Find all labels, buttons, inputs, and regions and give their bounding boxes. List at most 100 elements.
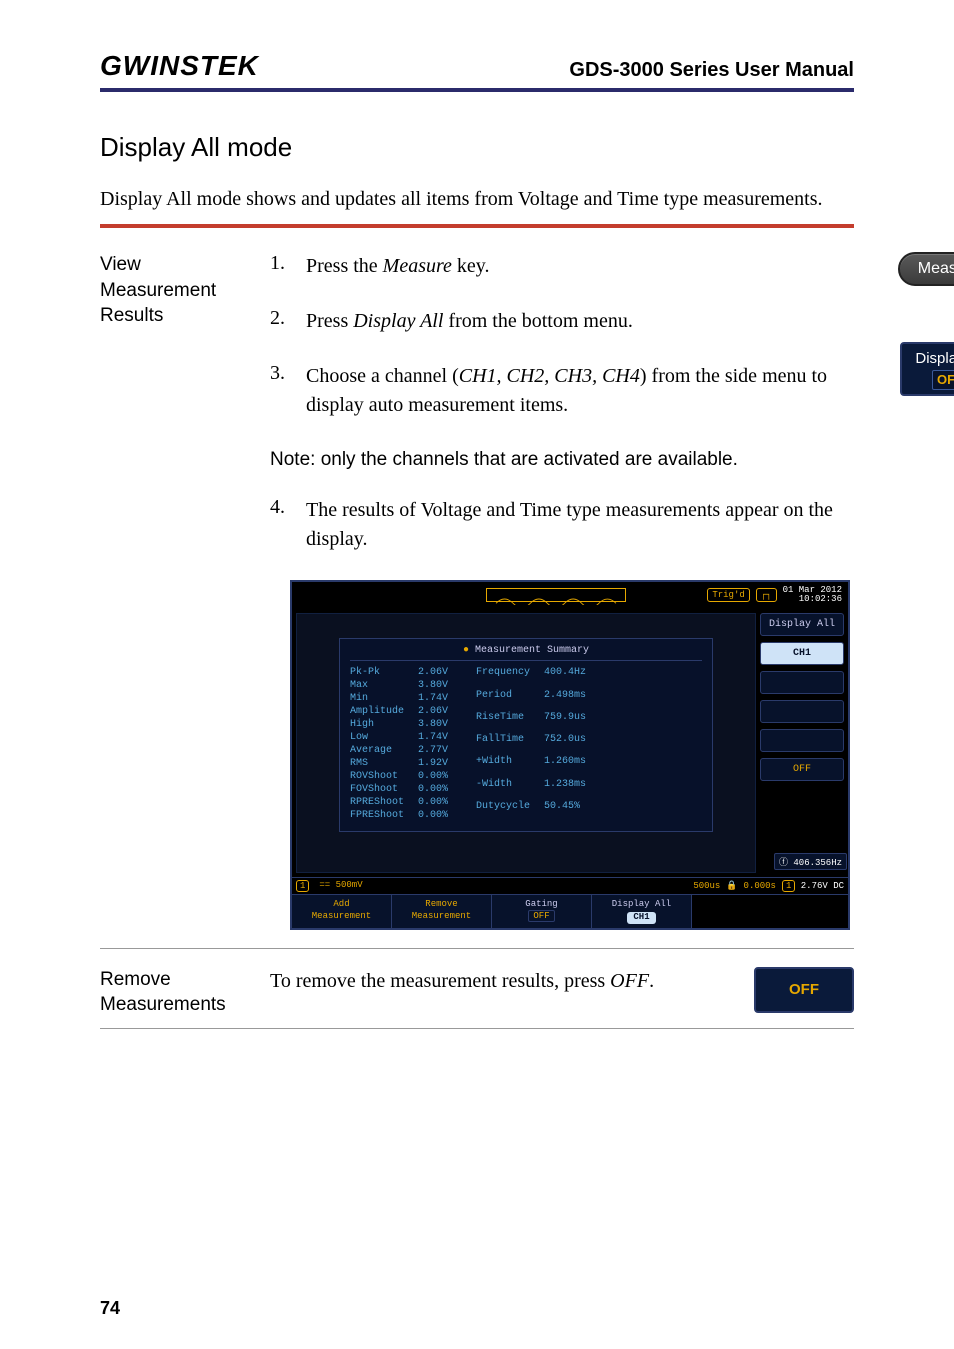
menu-remove-l1: Remove <box>425 899 457 909</box>
trigger-level: 2.76V <box>801 881 828 891</box>
step2-b: from the bottom menu. <box>443 310 632 332</box>
display-all-softkey[interactable]: Display All OFF <box>900 342 954 396</box>
menu-remove-measurement[interactable]: Remove Measurement <box>392 895 492 927</box>
remove-a: To remove the measurement results, press <box>270 970 610 992</box>
menu-display-all[interactable]: Display All CH1 <box>592 895 692 927</box>
step-text: Press Display All from the bottom menu. <box>306 307 850 336</box>
step2-key: Display All <box>353 310 443 332</box>
meas-key: RiseTime <box>476 712 530 732</box>
display-all-label: Display All <box>915 350 954 367</box>
meas-key: FPREShoot <box>350 810 404 821</box>
bottom-menu: Add Measurement Remove Measurement Gatin… <box>292 894 848 927</box>
step1-key: Measure <box>383 255 452 277</box>
side-ch1[interactable]: CH1 <box>760 642 844 665</box>
step-number: 3. <box>270 362 298 385</box>
scope-grid: ● Measurement Summary Pk-Pk 2.06V Max 3.80V… <box>296 613 756 873</box>
menu-add-l2: Measurement <box>312 911 371 921</box>
meas-key: Min <box>350 693 404 704</box>
menu-add-measurement[interactable]: Add Measurement <box>292 895 392 927</box>
coupling: DC <box>833 881 844 891</box>
menu-add-l1: Add <box>333 899 349 909</box>
menu-gating[interactable]: Gating OFF <box>492 895 592 927</box>
side-ch3[interactable] <box>760 700 844 723</box>
meas-key: RPREShoot <box>350 797 404 808</box>
meas-key: FallTime <box>476 734 530 754</box>
edge-icon: ┌┐ <box>756 588 777 602</box>
meas-key: RMS <box>350 758 404 769</box>
page-header: GWINSTEK GDS-3000 Series User Manual <box>100 50 854 92</box>
step1-a: Press the <box>306 255 383 277</box>
step3-key: CH1, CH2, CH3, CH4 <box>459 365 640 387</box>
meas-val: 0.00% <box>418 797 448 808</box>
side-ch2[interactable] <box>760 671 844 694</box>
meas-key: -Width <box>476 779 530 799</box>
timebase-readout: 500us <box>693 881 720 891</box>
step-number: 2. <box>270 307 298 330</box>
scope-timestamp: 01 Mar 2012 10:02:36 <box>783 586 842 606</box>
page-number: 74 <box>100 1298 120 1319</box>
frequency-readout: ⓕ 406.356Hz <box>774 853 847 870</box>
step3-a: Choose a channel ( <box>306 365 459 387</box>
scope-screenshot: Trig'd ┌┐ 01 Mar 2012 10:02:36 ● Measure… <box>290 580 850 930</box>
procedure-label-remove: Remove Measurements <box>100 967 250 1018</box>
step-number: 4. <box>270 496 298 519</box>
off-softkey-label: OFF <box>789 979 819 1000</box>
side-off[interactable]: OFF <box>760 758 844 781</box>
side-display-all[interactable]: Display All <box>760 613 844 636</box>
procedure-label-view: View Measurement Results <box>100 252 250 329</box>
meas-key: Max <box>350 680 404 691</box>
vdiv-readout: == 500mV <box>319 880 362 892</box>
trigger-status: Trig'd <box>707 588 749 602</box>
step-text: The results of Voltage and Time type mea… <box>306 496 850 554</box>
remove-b: . <box>649 970 654 992</box>
meas-val: 2.06V <box>418 667 448 678</box>
meas-val: 50.45% <box>544 801 586 821</box>
meas-val: 0.00% <box>418 771 448 782</box>
step-text: Press the Measure key. <box>306 252 850 281</box>
meas-val: 1.260ms <box>544 756 586 776</box>
delay-readout: 0.000s <box>744 881 776 891</box>
meas-key: Period <box>476 690 530 710</box>
meas-key: High <box>350 719 404 730</box>
meas-key: Frequency <box>476 667 530 687</box>
thin-divider <box>100 948 854 949</box>
remove-key: OFF <box>610 970 649 992</box>
meas-val: 759.9us <box>544 712 586 732</box>
meas-val: 3.80V <box>418 719 448 730</box>
measurement-summary-title: Measurement Summary <box>475 645 589 656</box>
meas-val: 2.498ms <box>544 690 586 710</box>
manual-title: GDS-3000 Series User Manual <box>569 59 854 82</box>
thin-divider <box>100 1028 854 1029</box>
step-text: Choose a channel (CH1, CH2, CH3, CH4) fr… <box>306 362 850 420</box>
step-number: 1. <box>270 252 298 275</box>
meas-key: ROVShoot <box>350 771 404 782</box>
waveform-overview <box>486 588 626 602</box>
measure-key[interactable]: Measure <box>898 252 954 286</box>
timestamp-date: 01 Mar 2012 <box>783 585 842 595</box>
meas-val: 2.77V <box>418 745 448 756</box>
step1-b: key. <box>452 255 490 277</box>
meas-key: FOVShoot <box>350 784 404 795</box>
key-illustration-column: Measure Display All OFF <box>870 252 954 396</box>
menu-display-l2: CH1 <box>627 912 655 924</box>
meas-val: 1.92V <box>418 758 448 769</box>
meas-key: +Width <box>476 756 530 776</box>
meas-val: 1.74V <box>418 732 448 743</box>
step2-a: Press <box>306 310 353 332</box>
scope-readout-bar: 1 == 500mV 500us 🔒 0.000s 1 2.76V DC <box>292 877 848 894</box>
channel-dot-icon: ● <box>463 645 469 656</box>
meas-val: 1.238ms <box>544 779 586 799</box>
meas-val: 752.0us <box>544 734 586 754</box>
menu-blank <box>692 895 848 927</box>
off-softkey[interactable]: OFF <box>754 967 854 1013</box>
meas-val: 1.74V <box>418 693 448 704</box>
measurement-summary: ● Measurement Summary Pk-Pk 2.06V Max 3.80V… <box>339 638 713 832</box>
meas-val: 3.80V <box>418 680 448 691</box>
timestamp-time: 10:02:36 <box>799 594 842 604</box>
section-title: Display All mode <box>100 132 854 163</box>
side-ch4[interactable] <box>760 729 844 752</box>
menu-display-l1: Display All <box>612 899 671 909</box>
menu-remove-l2: Measurement <box>412 911 471 921</box>
meas-key: Pk-Pk <box>350 667 404 678</box>
menu-gating-l1: Gating <box>525 899 557 909</box>
